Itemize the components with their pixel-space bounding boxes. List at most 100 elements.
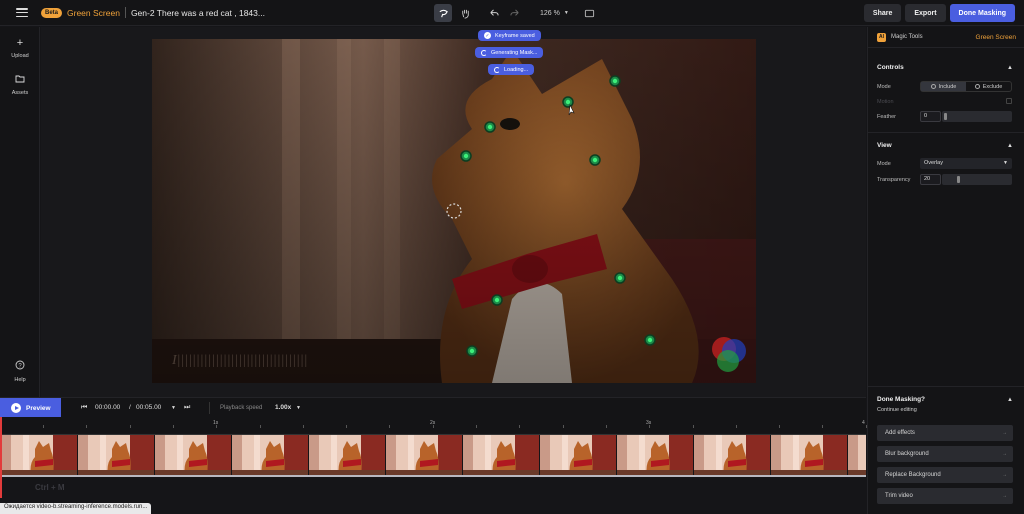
undo-button[interactable] [484, 4, 502, 22]
add-effects-button[interactable]: Add effects → [877, 425, 1013, 441]
layout-button[interactable] [581, 4, 599, 22]
mode-label: Mode [877, 84, 891, 90]
continue-editing-link[interactable]: Continue editing [877, 407, 917, 413]
ruler-tick [476, 425, 477, 428]
skip-forward-icon[interactable]: ⏭ [184, 404, 190, 412]
time-separator: / [129, 404, 131, 411]
toast-text: Keyframe saved [495, 32, 535, 39]
mask-brush-tool[interactable] [434, 4, 452, 22]
title-divider [124, 7, 126, 18]
view-title: View [877, 142, 892, 149]
toast-loading: Loading... [488, 64, 535, 75]
pan-tool[interactable] [456, 4, 474, 22]
ruler-tick [649, 425, 651, 428]
exclude-option[interactable]: Exclude [966, 82, 1011, 91]
playhead[interactable] [0, 417, 2, 498]
video-thumbnail [155, 435, 231, 475]
include-label: Include [938, 83, 957, 90]
ruler-tick [519, 425, 521, 428]
panel-header: AI Magic Tools Green Screen [868, 27, 1024, 48]
toast-text: Loading... [504, 66, 529, 73]
include-option[interactable]: Include [921, 82, 966, 91]
ruler-tick [302, 425, 304, 428]
chevron-down-icon[interactable]: ▼ [171, 405, 176, 411]
ruler-tick [432, 425, 434, 428]
shortcut-hint: Ctrl + M [35, 483, 65, 492]
action-label: Replace Background [885, 472, 941, 478]
video-track[interactable] [1, 434, 866, 477]
chevron-up-icon[interactable]: ▲ [1007, 143, 1013, 149]
action-label: Trim video [885, 493, 913, 499]
skip-back-icon[interactable]: ⏮ [81, 404, 87, 412]
view-mode-value: Overlay [924, 160, 943, 166]
video-thumbnail [78, 435, 154, 475]
timeline-ruler[interactable]: 1s 2s 3s 4 [0, 417, 867, 433]
feather-input[interactable]: 0 [920, 111, 941, 122]
section-divider [868, 386, 1024, 387]
ruler-tick [346, 425, 348, 428]
motion-label: Motion [877, 99, 894, 105]
menu-icon[interactable] [16, 8, 28, 17]
beta-badge: Beta [41, 7, 63, 18]
playback-speed-value[interactable]: 1.00x [275, 404, 291, 411]
slider-handle[interactable] [944, 113, 947, 120]
slider-handle[interactable] [956, 176, 960, 183]
ruler-tick [865, 425, 867, 428]
share-button[interactable]: Share [863, 4, 902, 22]
total-time: 00:05.00 [136, 404, 162, 411]
preview-button[interactable]: Preview [0, 398, 61, 418]
plus-icon: + [16, 37, 24, 49]
redo-icon [509, 8, 519, 16]
mode-toggle: Include Exclude [920, 81, 1012, 92]
preview-label: Preview [26, 404, 51, 412]
transparency-input[interactable]: 20 [920, 174, 941, 185]
green-screen-label: Green Screen [975, 33, 1016, 41]
spinner-icon [481, 49, 487, 56]
done-masking-title: Done Masking? [877, 396, 926, 403]
chevron-down-icon[interactable]: ▼ [296, 405, 301, 411]
help-button[interactable]: ? Help [0, 360, 40, 383]
video-preview[interactable]: I|||||||||||||||||||||||||||||||||| [152, 39, 756, 383]
video-thumbnail [617, 435, 693, 475]
action-label: Add effects [885, 430, 915, 436]
ruler-tick [172, 425, 174, 428]
lasso-icon [439, 9, 448, 17]
trim-video-button[interactable]: Trim video → [877, 488, 1013, 504]
export-button[interactable]: Export [905, 4, 946, 22]
zoom-value: 126 % [540, 9, 560, 17]
canvas-tools: 126 % ▼ [434, 4, 599, 22]
include-radio-icon [930, 84, 936, 89]
assets-label: Assets [11, 90, 29, 96]
section-divider [868, 132, 1024, 133]
done-masking-button[interactable]: Done Masking [949, 4, 1015, 22]
exclude-label: Exclude [982, 83, 1003, 90]
motion-checkbox[interactable] [1006, 98, 1012, 104]
undo-icon [489, 8, 499, 16]
project-title[interactable]: Gen-2 There was a red cat , 1843... [131, 8, 265, 18]
assets-button[interactable]: Assets [0, 74, 40, 96]
video-thumbnail [463, 435, 539, 475]
ruler-tick [389, 425, 391, 428]
folder-icon [0, 74, 40, 86]
chevron-up-icon[interactable]: ▲ [1007, 397, 1013, 403]
toast-generating-mask: Generating Mask... [475, 47, 544, 58]
ruler-tick [562, 425, 564, 428]
view-mode-select[interactable]: Overlay ▼ [920, 158, 1012, 169]
video-thumbnail [232, 435, 308, 475]
screen-icon [585, 9, 595, 17]
help-label: Help [14, 377, 26, 383]
chevron-up-icon[interactable]: ▲ [1007, 65, 1013, 71]
chevron-down-icon: ▼ [1003, 160, 1008, 166]
redo-button[interactable] [506, 4, 524, 22]
upload-button[interactable]: + Upload [0, 37, 40, 60]
transparency-slider[interactable] [942, 174, 1012, 185]
replace-background-button[interactable]: Replace Background → [877, 467, 1013, 483]
feather-slider[interactable] [942, 111, 1012, 122]
video-frame: I|||||||||||||||||||||||||||||||||| [152, 39, 756, 383]
zoom-select[interactable]: 126 % ▼ [534, 7, 575, 20]
left-sidebar: + Upload Assets ? Help [0, 27, 40, 397]
magic-tools-label[interactable]: Magic Tools [891, 34, 923, 40]
blur-background-button[interactable]: Blur background → [877, 446, 1013, 462]
timeline-controls: Preview ⏮ 00:00.00 / 00:05.00 ▼ ⏭ Playba… [0, 397, 866, 418]
action-label: Blur background [885, 451, 929, 457]
